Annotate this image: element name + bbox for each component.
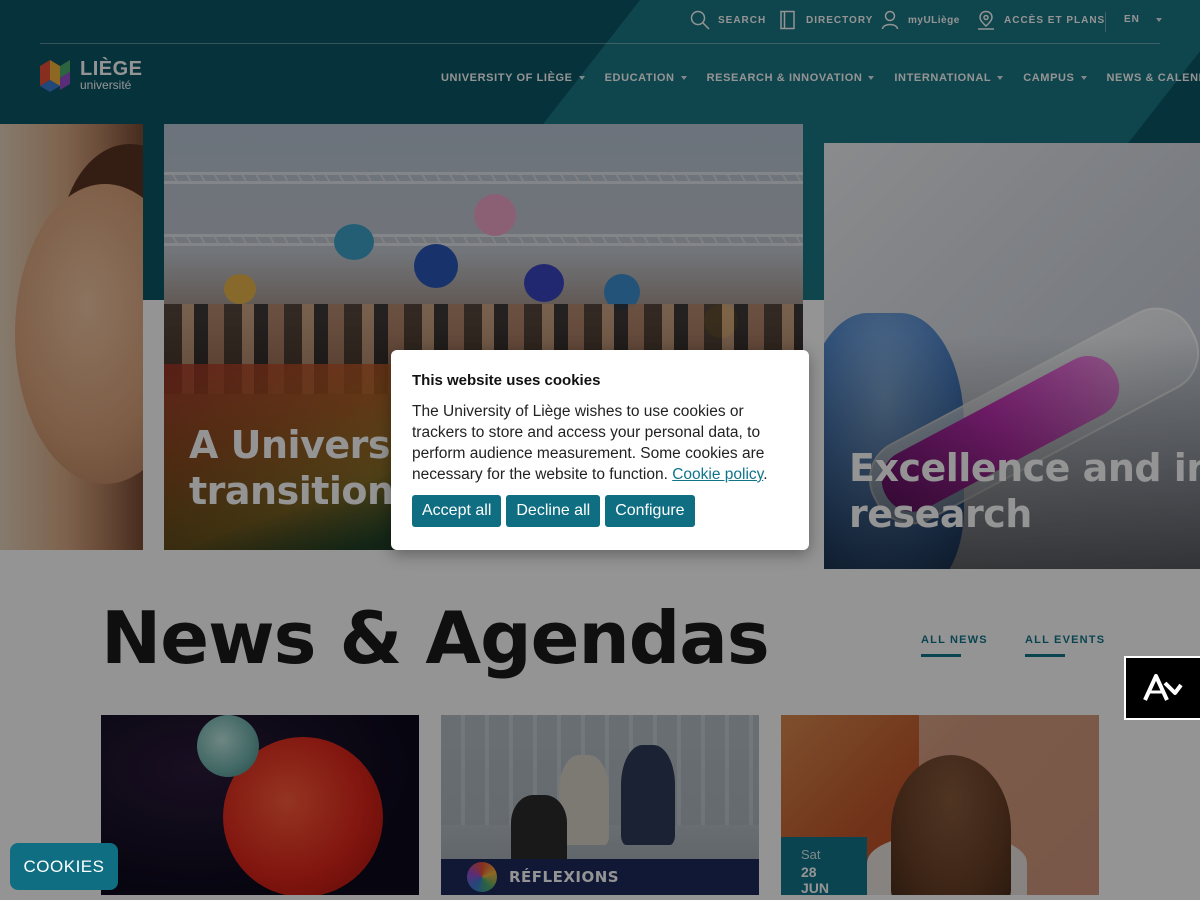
cookie-consent-dialog: This website uses cookies The University… bbox=[391, 350, 809, 550]
accept-all-button[interactable]: Accept all bbox=[412, 495, 502, 527]
cookie-dialog-body: The University of Liège wishes to use co… bbox=[412, 401, 789, 485]
decline-all-button[interactable]: Decline all bbox=[506, 495, 601, 527]
cookie-actions: Accept all Decline all Configure bbox=[412, 495, 789, 527]
cookie-dialog-title: This website uses cookies bbox=[412, 372, 601, 389]
accessibility-button[interactable] bbox=[1124, 656, 1200, 720]
accessibility-icon bbox=[1143, 674, 1183, 701]
configure-button[interactable]: Configure bbox=[605, 495, 695, 527]
cookie-policy-link[interactable]: Cookie policy bbox=[672, 466, 763, 483]
cookie-body-period: . bbox=[763, 466, 768, 483]
cookies-settings-button[interactable]: COOKIES bbox=[10, 843, 118, 890]
